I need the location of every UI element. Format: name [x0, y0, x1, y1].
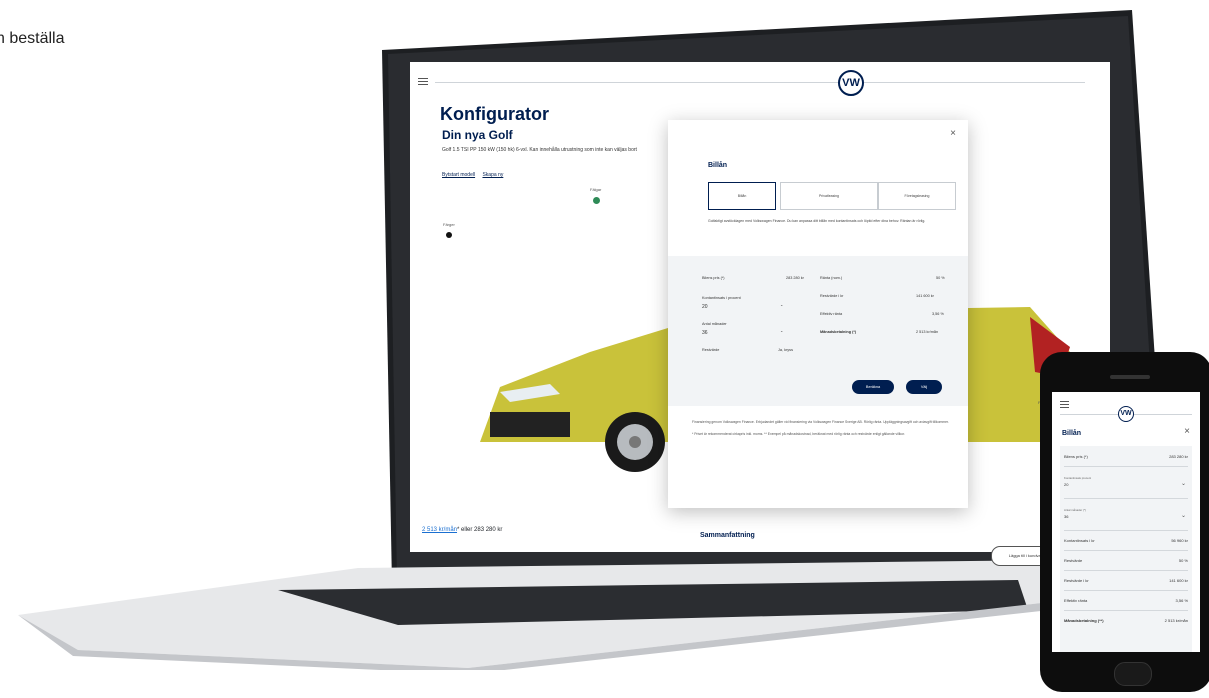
phone-residual-value: 50 % — [1178, 558, 1188, 563]
phone-months-label: Antal månader (*) — [1064, 508, 1086, 512]
phone-months-field[interactable]: Antal månader (*) 36 — [1064, 508, 1188, 519]
interest-label: Ränta (nom.) — [820, 276, 843, 280]
divider — [1064, 570, 1188, 571]
tab-billan[interactable]: Billån — [708, 182, 776, 210]
monthly-price-link[interactable]: 2 513 kr/mån — [422, 527, 457, 533]
model-title: Din nya Golf — [442, 128, 513, 142]
wheel-swatch[interactable] — [593, 197, 600, 204]
price-value: 283 280 kr — [786, 276, 804, 280]
phone-residual-row: Restvärde 50 % — [1064, 558, 1188, 563]
phone-residual-kr-label: Restvärde i kr — [1064, 578, 1089, 583]
effective-rate-value: 3,56 % — [932, 312, 944, 316]
divider — [1064, 498, 1188, 499]
phone-speaker — [1110, 375, 1150, 379]
monthly-payment-label: Månadsbetalning (*) — [820, 330, 857, 334]
divider — [1064, 466, 1188, 467]
monthly-payment-value: 2 513 kr/mån — [916, 330, 939, 334]
wheels-label: Fälgar — [590, 187, 602, 192]
downpayment-input[interactable]: 20 — [702, 304, 708, 310]
phone-header: VW — [1052, 392, 1200, 422]
select-button[interactable]: Välj — [906, 380, 942, 394]
chevron-down-icon[interactable]: ⌄ — [1181, 512, 1186, 519]
residual-kr-value: 141 600 kr — [916, 294, 934, 298]
change-model-link[interactable]: Bytstart modell — [442, 172, 475, 178]
tab-foretagsleasing[interactable]: Företagsleasing — [878, 182, 956, 210]
phone-monthly-row: Månadsbetalning (**) 2 513 kr/mån — [1064, 618, 1188, 623]
phone-downpayment-field[interactable]: Kontantinsats procent 20 — [1064, 476, 1188, 487]
residual-label: Restvärde — [702, 348, 720, 352]
effective-rate-label: Effektiv ränta — [820, 312, 843, 316]
phone-monthly-value: 2 513 kr/mån — [1164, 618, 1188, 623]
divider — [1064, 550, 1188, 551]
total-price: * eller 283 280 kr — [457, 527, 503, 533]
phone-downpayment-kr-row: Kontantinsats i kr 56 960 kr — [1064, 538, 1188, 543]
phone-effective-rate-value: 3,56 % — [1175, 598, 1188, 603]
phone-residual-kr-row: Restvärde i kr 141 600 kr — [1064, 578, 1188, 583]
color-swatch[interactable] — [446, 232, 452, 238]
menu-icon[interactable] — [1060, 401, 1069, 410]
chevron-down-icon[interactable]: ⌄ — [1181, 480, 1186, 487]
vw-logo-icon[interactable]: VW — [838, 70, 864, 96]
phone-downpayment-kr-value: 56 960 kr — [1171, 538, 1188, 543]
phone-downpayment-kr-label: Kontantinsats i kr — [1064, 538, 1095, 543]
modal-heading: Billån — [708, 162, 728, 169]
divider — [1064, 530, 1188, 531]
phone-effective-rate-label: Effektiv ränta — [1064, 598, 1088, 603]
side-caption: n beställa — [0, 30, 65, 47]
chevron-down-icon[interactable]: ⌄ — [780, 302, 783, 307]
model-links: Bytstart modell Skapa ny — [442, 172, 509, 178]
downpayment-label: Kontantinsats i procent — [702, 296, 741, 300]
phone-home-button[interactable] — [1114, 662, 1152, 686]
footer-note-2: * Priset är rekommenderat cirkapris inkl… — [692, 431, 905, 436]
interest-value: 50 % — [936, 276, 945, 280]
phone-screen: VW Billån × Bilens pris (*) 283 280 kr K… — [1052, 392, 1200, 652]
phone-downpayment-label: Kontantinsats procent — [1064, 476, 1092, 480]
menu-icon[interactable] — [418, 78, 428, 86]
tab-privatleasing[interactable]: Privatleasing — [780, 182, 878, 210]
modal-intro: Golfaktigt avstöcklagen med Volkswagen F… — [708, 219, 926, 223]
loan-modal: × Billån Billån Privatleasing Företagsle… — [668, 120, 968, 508]
modal-footer: Finansiering genom Volkswagen Finance. E… — [692, 420, 957, 437]
close-icon[interactable]: × — [950, 128, 956, 139]
months-label: Antal månader — [702, 322, 727, 326]
model-description: Golf 1.5 TSI PP 150 kW (150 hk) 6-vxl. K… — [442, 147, 637, 153]
divider — [1064, 590, 1188, 591]
chevron-down-icon[interactable]: ⌄ — [780, 328, 783, 333]
residual-kr-label: Restvärde i kr — [820, 294, 844, 298]
price-line: 2 513 kr/mån* eller 283 280 kr — [422, 527, 502, 533]
summary-heading[interactable]: Sammanfattning — [700, 532, 755, 539]
phone-effective-rate-row: Effektiv ränta 3,56 % — [1064, 598, 1188, 603]
phone-calculator-panel: Bilens pris (*) 283 280 kr Kontantinsats… — [1060, 446, 1192, 652]
new-config-link[interactable]: Skapa ny — [482, 172, 503, 178]
months-input[interactable]: 36 — [702, 330, 708, 336]
phone-downpayment-input[interactable]: 20 — [1064, 482, 1188, 487]
phone-residual-label: Restvärde — [1064, 558, 1083, 563]
phone-months-input[interactable]: 36 — [1064, 514, 1188, 519]
phone-monthly-label: Månadsbetalning (**) — [1064, 618, 1104, 623]
price-label: Bilens pris (*) — [702, 276, 725, 280]
residual-toggle[interactable]: Ja, kryss — [778, 348, 793, 352]
vw-logo-icon[interactable]: VW — [1118, 406, 1134, 422]
phone-price-value: 283 280 kr — [1169, 454, 1188, 459]
footer-note-1: Finansiering genom Volkswagen Finance. E… — [692, 420, 949, 424]
divider — [1064, 610, 1188, 611]
finance-tabs: Billån Privatleasing Företagsleasing — [708, 182, 958, 210]
phone-residual-kr-value: 141 600 kr — [1169, 578, 1188, 583]
calculate-button[interactable]: Beräkna — [852, 380, 894, 394]
page-title: Konfigurator — [440, 104, 549, 124]
phone-price-row: Bilens pris (*) 283 280 kr — [1064, 454, 1188, 459]
header-divider — [435, 82, 1085, 83]
phone-price-label: Bilens pris (*) — [1064, 454, 1088, 459]
phone-title: Billån — [1062, 430, 1082, 437]
laptop-keyboard-base — [18, 560, 1068, 670]
close-icon[interactable]: × — [1184, 426, 1190, 437]
colors-label: Färger — [443, 222, 455, 227]
